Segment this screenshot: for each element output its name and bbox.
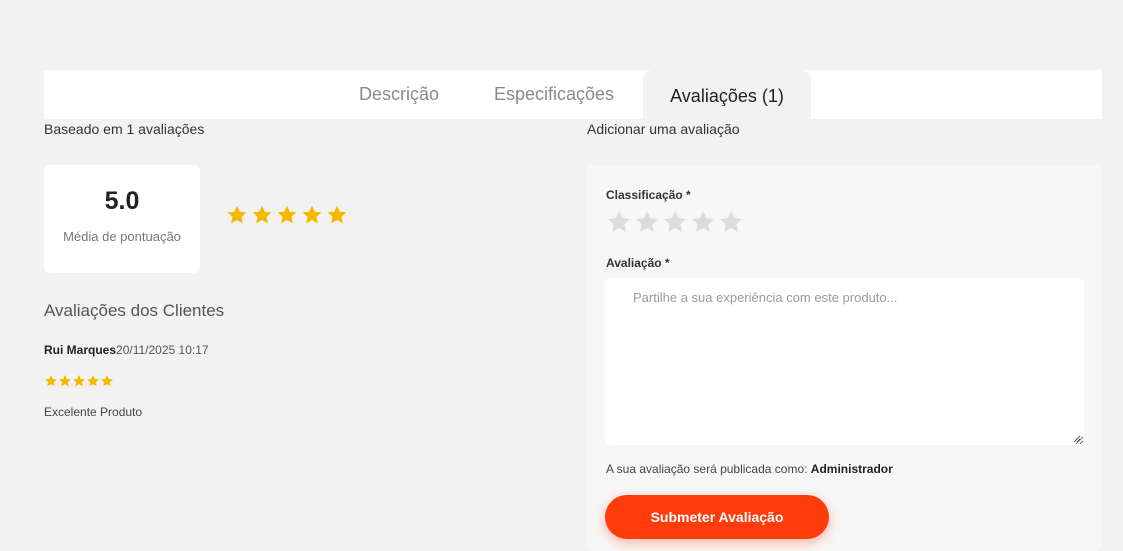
star-icon[interactable]: [662, 209, 688, 235]
tab-specifications[interactable]: Especificações: [494, 70, 614, 119]
star-icon[interactable]: [718, 209, 744, 235]
star-icon: [101, 375, 113, 387]
review-textarea[interactable]: [605, 278, 1084, 445]
review-date: 20/11/2025 10:17: [116, 343, 209, 357]
review-field-label: Avaliação *: [606, 256, 670, 270]
star-icon: [59, 375, 71, 387]
star-icon[interactable]: [690, 209, 716, 235]
reviews-count-text: Baseado em 1 avaliações: [44, 121, 205, 137]
star-icon[interactable]: [606, 209, 632, 235]
product-reviews-page: Descrição Especificações Avaliações (1) …: [0, 0, 1123, 551]
average-score-label: Média de pontuação: [63, 229, 181, 244]
publish-as-note: A sua avaliação será publicada como: Adm…: [606, 462, 893, 476]
publish-as-prefix: A sua avaliação será publicada como:: [606, 462, 811, 476]
star-icon: [87, 375, 99, 387]
average-rating-stars: [226, 204, 348, 226]
review-rating-stars: [44, 374, 114, 388]
resize-grip-icon[interactable]: [1073, 435, 1081, 443]
star-icon: [327, 205, 347, 224]
review-author: Rui Marques: [44, 343, 117, 357]
average-score: 5.0: [104, 187, 140, 215]
star-icon: [277, 205, 297, 224]
tab-description[interactable]: Descrição: [359, 70, 439, 119]
product-tabs: Descrição Especificações Avaliações (1): [44, 70, 1102, 119]
star-icon[interactable]: [634, 209, 660, 235]
star-icon: [45, 375, 57, 387]
submit-review-button[interactable]: Submeter Avaliação: [605, 495, 829, 539]
review-text: Excelente Produto: [44, 405, 143, 419]
average-score-card: 5.0 Média de pontuação: [44, 165, 200, 273]
tab-reviews[interactable]: Avaliações (1): [643, 70, 811, 119]
star-icon: [73, 375, 85, 387]
star-icon: [302, 205, 322, 224]
rating-star-selector[interactable]: [606, 209, 744, 235]
review-header: Rui Marques20/11/2025 10:17: [44, 343, 209, 357]
publish-as-name: Administrador: [810, 462, 893, 476]
add-review-title: Adicionar uma avaliação: [587, 121, 740, 137]
star-icon: [252, 205, 272, 224]
review-form: Classificação * Avaliação * A sua avalia…: [587, 165, 1102, 551]
star-icon: [227, 205, 247, 224]
rating-field-label: Classificação *: [606, 188, 691, 202]
customer-reviews-title: Avaliações dos Clientes: [44, 301, 225, 320]
